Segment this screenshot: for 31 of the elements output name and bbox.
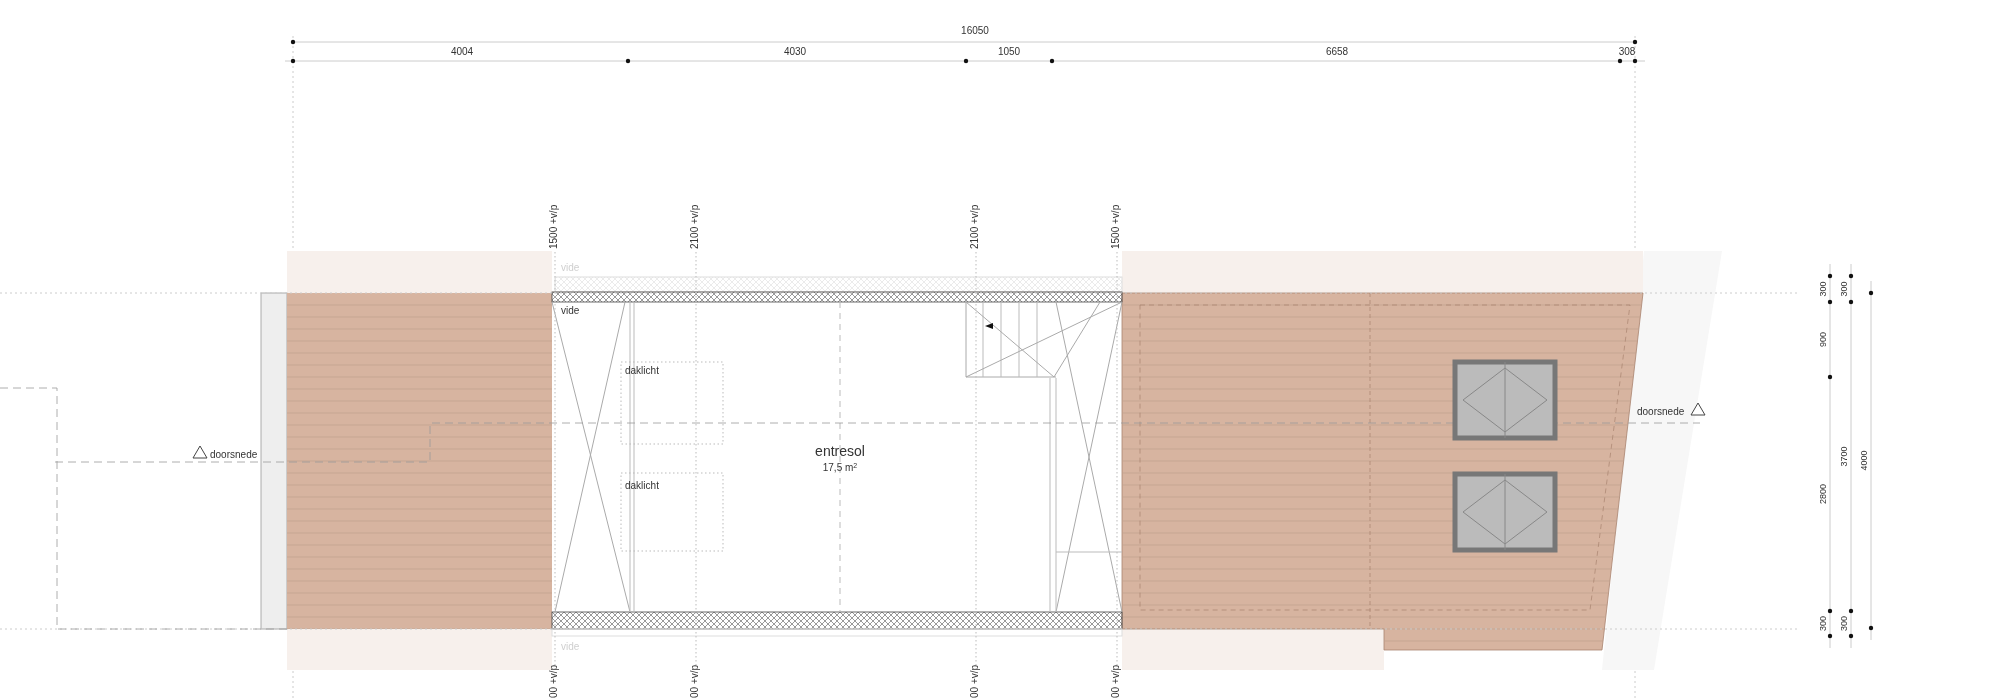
section-marker-icon — [192, 445, 208, 459]
dimension-label: 6658 — [1325, 46, 1349, 57]
dimension-label: 4004 — [450, 46, 474, 57]
dimension-label: 300 — [1818, 281, 1828, 297]
dimension-label: 300 — [1839, 281, 1849, 297]
level-label: 00 +v/p — [1110, 664, 1121, 698]
section-marker-icon — [1690, 402, 1706, 416]
dimension-label: 2800 — [1818, 484, 1828, 504]
level-label: 2100 +v/p — [969, 204, 980, 249]
dimension-label: 300 — [1839, 616, 1849, 631]
dimension-label: 3700 — [1839, 446, 1849, 467]
area-label: 17,5 m$^{2}$ — [822, 461, 858, 473]
dimension-label: 4000 — [1859, 450, 1869, 471]
void-label: vide — [561, 305, 580, 316]
dimension-label: 308 — [1618, 46, 1636, 57]
section-label: doorsnede — [1637, 406, 1685, 417]
dimension-label: 900 — [1818, 332, 1828, 347]
skylight-label: daklicht — [625, 480, 659, 491]
skylight-label: daklicht — [625, 365, 659, 376]
dimension-label: 16050 — [961, 25, 989, 36]
level-label: 1500 +v/p — [548, 204, 559, 249]
room-label: entresol — [815, 443, 865, 459]
level-label: 00 +v/p — [969, 664, 980, 698]
level-label: 2100 +v/p — [689, 204, 700, 249]
level-label: 00 +v/p — [548, 664, 559, 698]
dimension-label: 4030 — [783, 46, 807, 57]
level-label: 1500 +v/p — [1110, 204, 1121, 249]
level-label: 00 +v/p — [689, 664, 700, 698]
dimension-label: 1050 — [997, 46, 1021, 57]
dimension-label: 300 — [1818, 616, 1828, 631]
section-label: doorsnede — [210, 449, 258, 460]
